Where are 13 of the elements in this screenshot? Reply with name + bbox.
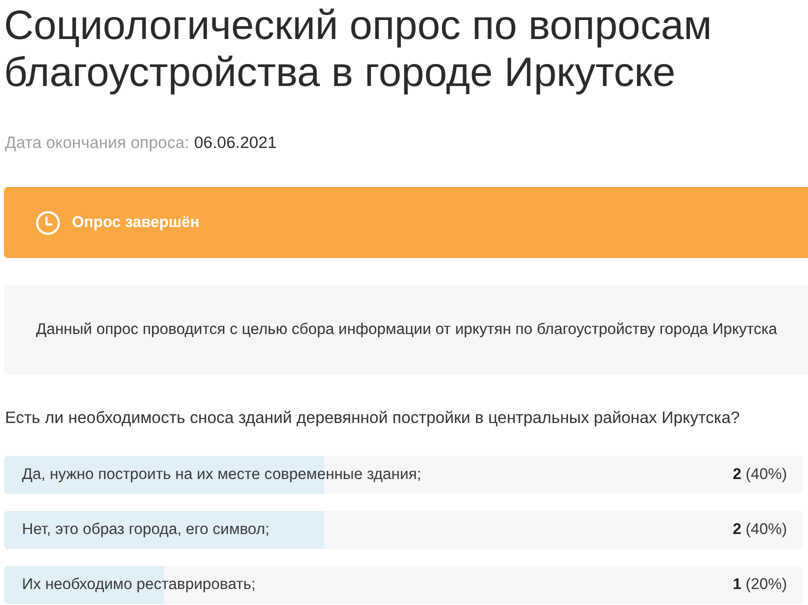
end-date-label: Дата окончания опроса: [5, 133, 190, 153]
end-date-value: 06.06.2021 [194, 133, 277, 153]
answer-label: Да, нужно построить на их месте современные здания; [22, 465, 422, 486]
description-text: Данный опрос проводится с целью сбора информации от иркутян по благоустройству города Иркутска [36, 320, 778, 340]
clock-icon [36, 210, 60, 234]
answer-label: Нет, это образ города, его символ; [22, 520, 270, 540]
survey-title: Социологический опрос по вопросам благоустройства в городе Иркутске [4, 2, 713, 96]
answer-label: Их необходимо реставрировать; [22, 575, 256, 596]
answer-result: 1 (20%) [732, 575, 787, 596]
question-text: Есть ли необходимость сноса зданий деревянной постройки в центральных районах Иркутска? [4, 408, 741, 428]
answer-result: 2 (40%) [732, 465, 787, 486]
answer-result: 2 (40%) [732, 520, 787, 540]
status-text: Опрос завершён [72, 212, 200, 233]
